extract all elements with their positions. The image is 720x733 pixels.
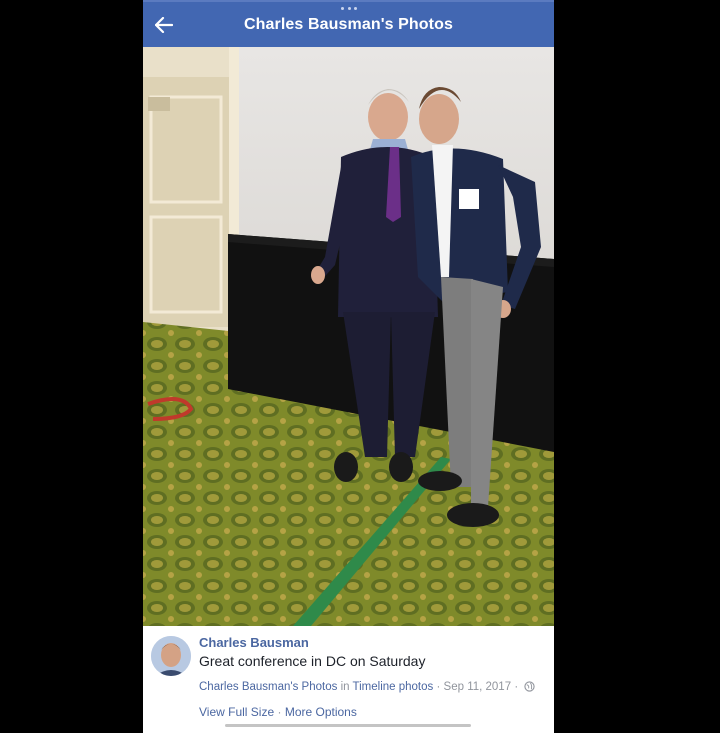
meta-separator: ·	[514, 681, 519, 693]
post-meta: Charles Bausman's Photos in Timeline pho…	[199, 681, 535, 693]
album-link[interactable]: Charles Bausman's Photos	[199, 681, 337, 693]
view-full-size-link[interactable]: View Full Size	[199, 705, 274, 719]
timeline-link[interactable]: Timeline photos	[353, 681, 434, 693]
photo[interactable]	[143, 47, 554, 626]
top-bar: Charles Bausman's Photos	[143, 0, 554, 47]
photo-viewer: Charles Bausman's Photos Charles Bausman…	[143, 0, 554, 733]
more-options-link[interactable]: More Options	[285, 705, 357, 719]
action-separator: ·	[277, 705, 282, 719]
post-caption: Charles Bausman Great conference in DC o…	[143, 626, 554, 733]
page-title: Charles Bausman's Photos	[244, 16, 453, 33]
drag-handle-dots	[341, 7, 357, 11]
post-text: Great conference in DC on Saturday	[199, 653, 426, 669]
photo-actions: View Full Size · More Options	[199, 705, 357, 719]
home-indicator[interactable]	[225, 724, 471, 727]
back-button[interactable]	[151, 12, 177, 38]
post-date[interactable]: Sep 11, 2017	[444, 681, 512, 693]
author-name[interactable]: Charles Bausman	[199, 635, 309, 650]
arrow-left-icon	[155, 17, 173, 33]
in-word: in	[340, 681, 350, 693]
globe-icon	[524, 681, 535, 692]
avatar[interactable]	[151, 636, 191, 676]
meta-separator: ·	[436, 681, 441, 693]
